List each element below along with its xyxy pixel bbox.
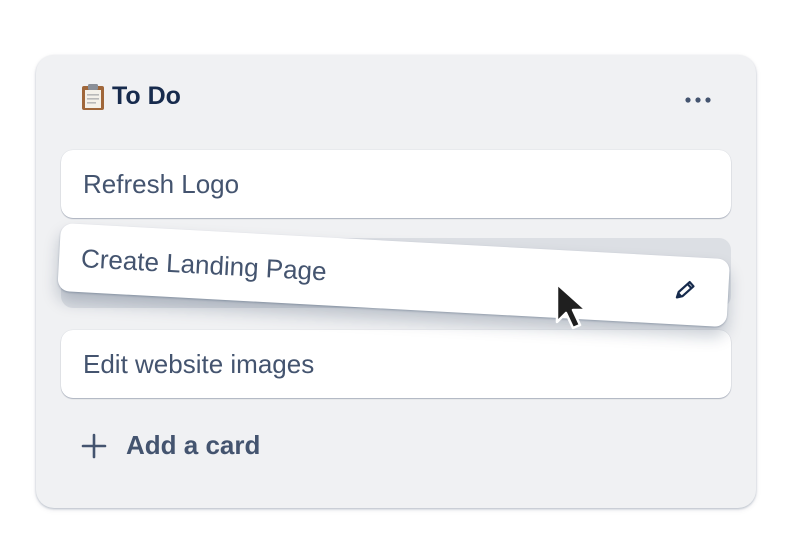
card-title: Create Landing Page — [80, 242, 328, 286]
clipboard-icon — [80, 83, 106, 111]
card-edit-website-images[interactable]: Edit website images — [61, 330, 731, 398]
card-title: Refresh Logo — [83, 168, 240, 199]
add-card-label: Add a card — [126, 430, 261, 460]
card-title: Edit website images — [83, 348, 315, 379]
list-menu-button[interactable] — [676, 85, 720, 115]
card-refresh-logo[interactable]: Refresh Logo — [61, 150, 731, 218]
list-title: To Do — [112, 82, 181, 110]
ellipsis-icon — [684, 91, 712, 109]
add-card-button[interactable]: Add a card — [80, 430, 260, 461]
list-header: To Do — [80, 82, 181, 111]
pencil-icon[interactable] — [672, 276, 699, 303]
plus-icon — [80, 432, 108, 460]
